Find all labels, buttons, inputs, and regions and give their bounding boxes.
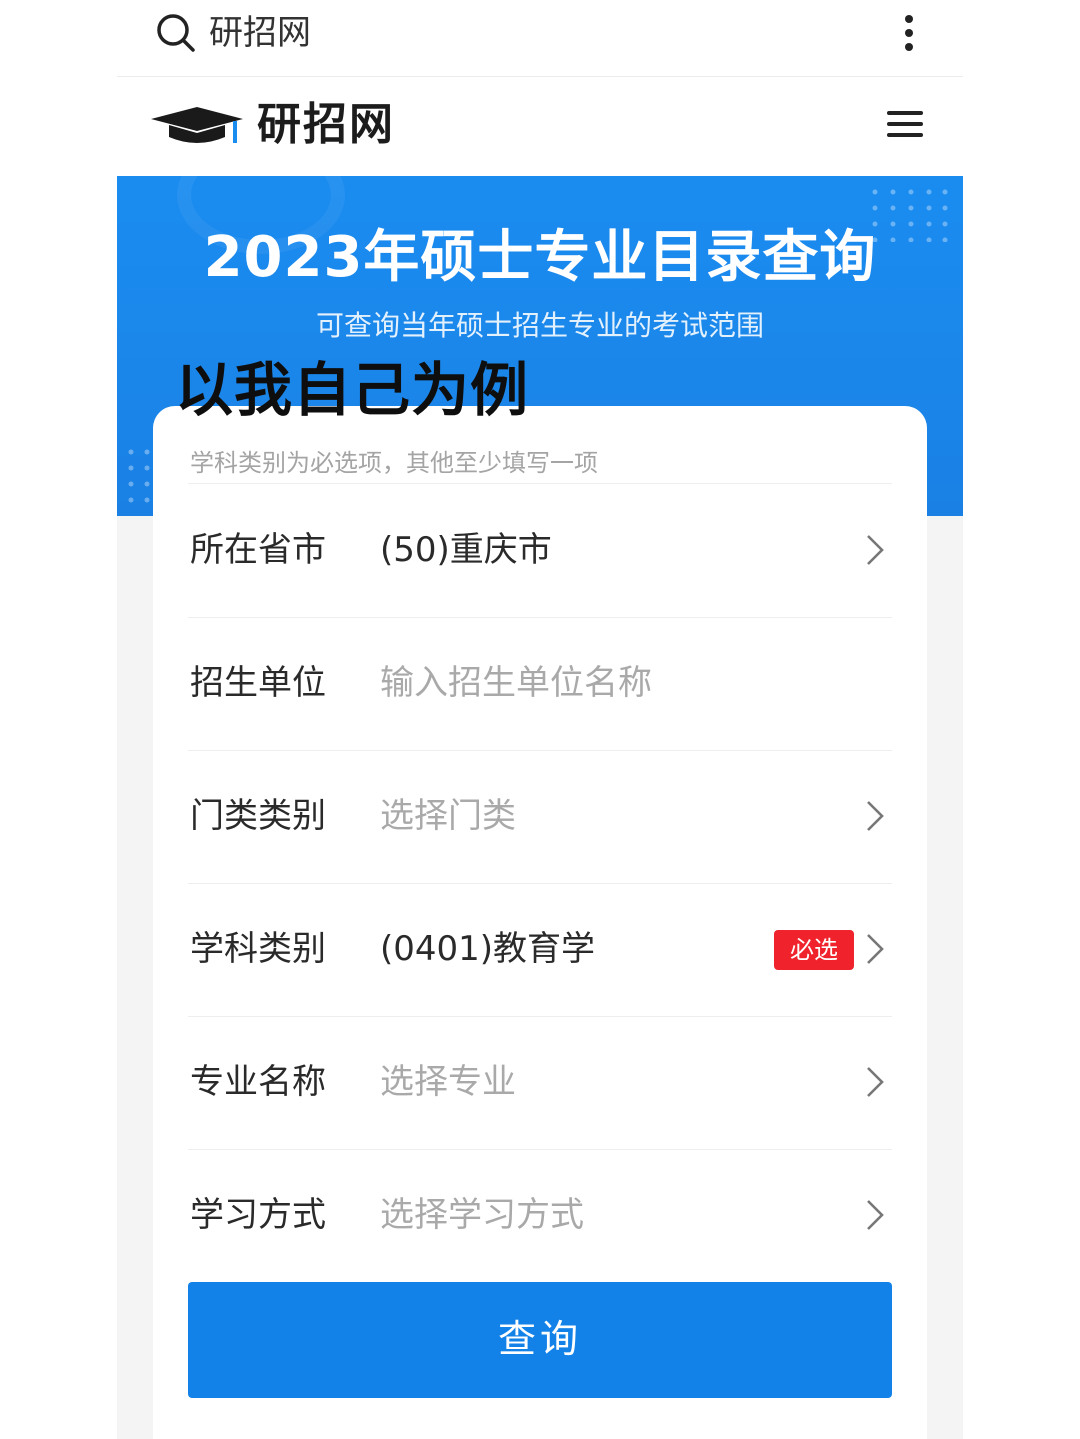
field-label: 学习方式 <box>190 1195 326 1235</box>
field-study-mode[interactable]: 学习方式 选择学习方式 <box>188 1149 892 1282</box>
banner-title: 2023年硕士专业目录查询 <box>203 225 877 290</box>
chevron-right-icon[interactable] <box>864 931 886 967</box>
hamburger-menu-icon[interactable] <box>887 111 923 141</box>
field-discipline[interactable]: 学科类别 (0401)教育学 必选 <box>188 883 892 1017</box>
field-category[interactable]: 门类类别 选择门类 <box>188 750 892 884</box>
field-label: 门类类别 <box>190 796 326 836</box>
institution-input[interactable]: 输入招生单位名称 <box>380 659 652 707</box>
chevron-right-icon[interactable] <box>864 798 886 834</box>
field-institution[interactable]: 招生单位 输入招生单位名称 <box>188 617 892 751</box>
chevron-right-icon[interactable] <box>864 1197 886 1233</box>
decorative-dots-icon <box>128 449 150 503</box>
search-query-text[interactable]: 研招网 <box>209 10 311 56</box>
form-hint: 学科类别为必选项，其他至少填写一项 <box>190 449 598 477</box>
query-button[interactable]: 查询 <box>188 1282 892 1398</box>
more-options-icon[interactable] <box>899 10 919 56</box>
graduation-cap-icon[interactable] <box>151 99 245 153</box>
field-value[interactable]: 选择专业 <box>380 1058 516 1106</box>
field-value[interactable]: 选择门类 <box>380 792 516 840</box>
browser-search-bar[interactable]: 研招网 <box>117 0 963 77</box>
field-label: 所在省市 <box>190 530 326 570</box>
site-header: 研招网 <box>117 77 963 176</box>
chevron-right-icon[interactable] <box>864 532 886 568</box>
field-value[interactable]: (0401)教育学 <box>380 925 595 973</box>
field-label: 招生单位 <box>190 663 326 703</box>
search-icon[interactable] <box>155 12 197 54</box>
banner-subtitle: 可查询当年硕士招生专业的考试范围 <box>315 309 764 342</box>
required-badge: 必选 <box>774 930 854 970</box>
field-value[interactable]: (50)重庆市 <box>380 526 552 574</box>
field-label: 学科类别 <box>190 929 326 969</box>
field-value[interactable]: 选择学习方式 <box>380 1191 584 1239</box>
site-logo-text[interactable]: 研招网 <box>257 95 395 155</box>
overlay-annotation-text: 以我自己为例 <box>175 356 530 424</box>
field-major[interactable]: 专业名称 选择专业 <box>188 1016 892 1150</box>
field-province[interactable]: 所在省市 (50)重庆市 <box>188 484 892 618</box>
query-form-card: 学科类别为必选项，其他至少填写一项 所在省市 (50)重庆市 招生单位 输入招生… <box>153 406 927 1439</box>
field-label: 专业名称 <box>190 1062 326 1102</box>
chevron-right-icon[interactable] <box>864 1064 886 1100</box>
